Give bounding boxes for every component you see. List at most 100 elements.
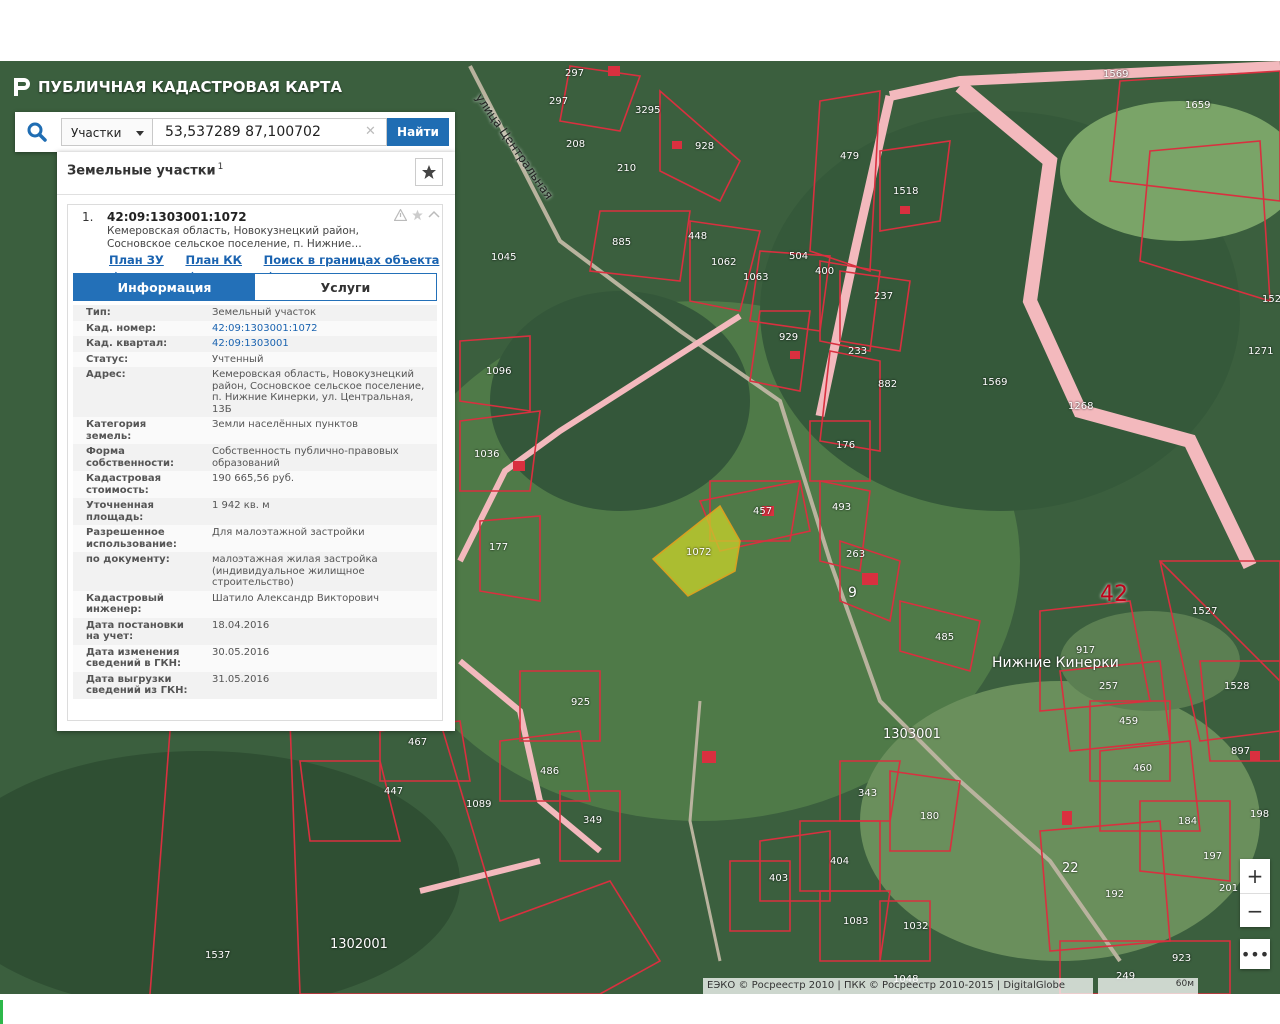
parcel-label: 208: [566, 139, 586, 150]
info-row: Дата изменения сведений в ГКН: 30.05.2016: [73, 644, 437, 672]
scale-bar: 60м: [1098, 978, 1198, 994]
more-button[interactable]: •••: [1240, 939, 1270, 969]
object-type-select[interactable]: Участки: [61, 118, 153, 146]
parcel-label: 1569: [982, 377, 1008, 388]
result-count: 1: [217, 162, 224, 172]
warning-icon[interactable]: [394, 209, 407, 221]
parcel-label: 237: [874, 291, 894, 302]
star-icon[interactable]: [411, 209, 424, 221]
result-index: 1.: [82, 210, 94, 224]
info-row: Разрешенное использование: Для малоэтажно…: [73, 525, 437, 552]
tab-information[interactable]: Информация: [74, 274, 255, 300]
app-title: ПУБЛИЧНАЯ КАДАСТРОВАЯ КАРТА: [38, 78, 342, 96]
info-row: Категория земель: Земли населённых пункто…: [73, 417, 437, 444]
parcel-label: 459: [1119, 716, 1139, 727]
parcel-label: 928: [695, 141, 715, 152]
parcel-label: 1528: [1224, 681, 1250, 692]
cadastral-quarter-link[interactable]: 42:09:1303001: [212, 338, 289, 349]
parcel-label: 297: [565, 68, 585, 79]
info-row: Кад. квартал: 42:09:1303001: [73, 336, 437, 352]
parcel-label: 504: [789, 251, 809, 262]
object-type-value: Участки: [71, 126, 122, 140]
cadastral-number[interactable]: 42:09:1303001:1072: [107, 210, 247, 224]
parcel-label: 257: [1099, 681, 1119, 692]
panel-header: Земельные участки 1: [57, 152, 455, 195]
parcel-label: 177: [489, 542, 509, 553]
parcel-label: 3295: [635, 105, 661, 116]
parcel-label: 1045: [491, 252, 517, 263]
search-input[interactable]: [153, 118, 387, 146]
status-marker: [0, 1000, 3, 1024]
info-row: Адрес: Кемеровская область, Новокузнецкий…: [73, 367, 437, 417]
chevron-down-icon: [136, 131, 144, 136]
parcel-label: 885: [612, 237, 632, 248]
parcel-label: 882: [878, 379, 898, 390]
parcel-label: 176: [836, 440, 856, 451]
parcel-label: 343: [858, 788, 878, 799]
parcel-label: 467: [408, 737, 428, 748]
parcel-label: 1032: [903, 921, 929, 932]
zoom-control: + −: [1240, 859, 1270, 927]
parcel-label: 233: [848, 346, 868, 357]
info-row: Дата выгрузки сведений из ГКН: 31.05.2016: [73, 671, 437, 699]
parcel-label: 404: [830, 856, 850, 867]
parcel-label: 1268: [1068, 401, 1094, 412]
parcel-label: 9: [848, 585, 857, 601]
parcel-label: 485: [935, 632, 955, 643]
info-row: Форма собственности: Собственность публич…: [73, 444, 437, 471]
card-actions: [394, 209, 440, 221]
parcel-label: 400: [815, 266, 835, 277]
parcel-label: 198: [1250, 809, 1270, 820]
parcel-label: 1659: [1185, 100, 1211, 111]
clear-icon[interactable]: ✕: [365, 124, 376, 139]
parcel-label: 925: [571, 697, 591, 708]
parcel-label: 1569: [1103, 69, 1129, 80]
parcel-label: 457: [753, 506, 773, 517]
parcel-label: 1036: [474, 449, 500, 460]
search-icon[interactable]: [25, 120, 49, 144]
info-tabs: Информация Услуги: [73, 273, 437, 301]
parcel-label: 201: [1219, 883, 1239, 894]
info-row: Дата постановки на учет: 18.04.2016: [73, 617, 437, 645]
parcel-label: 897: [1231, 746, 1251, 757]
parcel-label: 297: [549, 96, 569, 107]
info-row: по документу: малоэтажная жилая застройка…: [73, 552, 437, 591]
info-row: Кадастровый инженер: Шатило Александр Вик…: [73, 590, 437, 618]
parcel-label: 1271: [1248, 346, 1274, 357]
parcel-label-selected: 1072: [686, 547, 712, 558]
results-panel: Земельные участки 1 1. 42:09:1303001:1072…: [57, 152, 455, 731]
app-header: ПУБЛИЧНАЯ КАДАСТРОВАЯ КАРТА: [14, 78, 342, 96]
tab-services[interactable]: Услуги: [255, 274, 436, 300]
parcel-label: 180: [920, 811, 940, 822]
parcel-label: 184: [1178, 816, 1198, 827]
parcel-label: 210: [617, 163, 637, 174]
parcel-label: 479: [840, 151, 860, 162]
parcel-label: 493: [832, 502, 852, 513]
parcel-label: 1527: [1192, 606, 1218, 617]
info-row: Тип: Земельный участок: [73, 305, 437, 321]
parcel-label: 448: [688, 231, 708, 242]
favorites-button[interactable]: [415, 158, 443, 186]
zoom-in-button[interactable]: +: [1240, 859, 1270, 894]
parcel-label: 447: [384, 786, 404, 797]
result-address: Кемеровская область, Новокузнецкий район…: [107, 225, 362, 250]
parcel-label: 263: [846, 549, 866, 560]
chevron-up-icon[interactable]: [428, 209, 440, 221]
quarter-label: 1302001: [330, 937, 388, 952]
parcel-label: 1518: [893, 186, 919, 197]
parcel-label: 486: [540, 766, 560, 777]
parcel-label: 349: [583, 815, 603, 826]
zoom-out-button[interactable]: −: [1240, 894, 1270, 928]
panel-title: Земельные участки 1: [67, 162, 224, 179]
info-row: Кадастровая стоимость: 190 665,56 руб.: [73, 471, 437, 498]
scale-label: 60м: [1175, 979, 1194, 989]
cadastral-number-link[interactable]: 42:09:1303001:1072: [212, 323, 318, 334]
parcel-label: 403: [769, 873, 789, 884]
settlement-label: Нижние Кинерки: [992, 655, 1119, 671]
logo-icon: [14, 78, 30, 96]
parcel-label: 1083: [843, 916, 869, 927]
map-attribution: ЕЭКО © Росреестр 2010 | ПКК © Росреестр …: [703, 978, 1093, 994]
find-button[interactable]: Найти: [387, 118, 449, 146]
result-card: 1. 42:09:1303001:1072 Кемеровская област…: [67, 204, 443, 721]
parcel-label: 22: [1062, 861, 1079, 876]
